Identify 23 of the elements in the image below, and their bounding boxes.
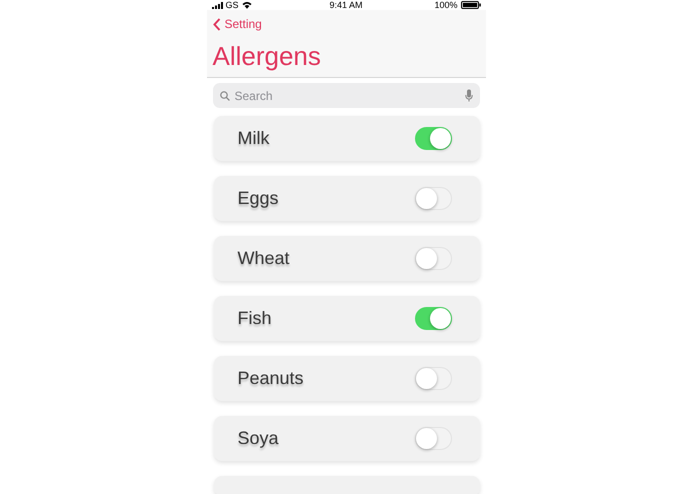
- page-title: Allergens: [212, 41, 321, 71]
- battery-icon: [460, 1, 480, 9]
- toggle-switch[interactable]: [414, 307, 452, 330]
- toggle-switch[interactable]: [414, 247, 452, 270]
- signal-icon: [212, 2, 222, 8]
- toggle-switch[interactable]: [414, 187, 452, 210]
- microphone-icon[interactable]: [464, 89, 472, 102]
- carrier-name: GS: [226, 0, 239, 10]
- back-chevron-icon: [212, 18, 220, 30]
- allergen-name: Fish: [238, 308, 272, 329]
- battery-percent: 100%: [434, 0, 458, 10]
- wifi-icon: [242, 1, 252, 9]
- allergen-name: Eggs: [238, 188, 279, 209]
- allergen-name: Peanuts: [238, 368, 304, 389]
- search-field[interactable]: Search: [212, 83, 480, 108]
- toggle-switch[interactable]: [414, 367, 452, 390]
- toggle-switch[interactable]: [414, 427, 452, 450]
- back-button[interactable]: Setting: [212, 17, 262, 31]
- allergen-name: Soya: [238, 428, 279, 449]
- toggle-switch[interactable]: [414, 127, 452, 150]
- allergen-name: Wheat: [238, 248, 290, 269]
- status-time: 9:41 AM: [329, 0, 363, 10]
- allergen-name: Milk: [238, 128, 270, 149]
